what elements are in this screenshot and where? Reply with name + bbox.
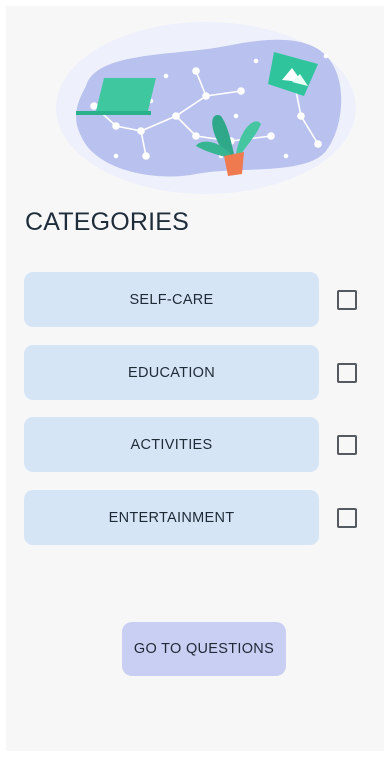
category-button-self-care[interactable]: SELF-CARE [24, 272, 319, 327]
go-to-questions-button[interactable]: GO TO QUESTIONS [122, 622, 286, 676]
category-row-self-care: SELF-CARE [24, 272, 364, 327]
category-row-entertainment: ENTERTAINMENT [24, 490, 364, 545]
page-title: CATEGORIES [25, 208, 190, 236]
category-button-education[interactable]: EDUCATION [24, 345, 319, 400]
app-screen: CATEGORIES SELF-CARE EDUCATION ACTIVITIE… [6, 6, 384, 751]
self-care-checkbox[interactable] [337, 290, 357, 310]
activities-checkbox[interactable] [337, 435, 357, 455]
constellation-illustration [56, 22, 356, 194]
category-button-activities[interactable]: ACTIVITIES [24, 417, 319, 472]
category-row-activities: ACTIVITIES [24, 417, 364, 472]
entertainment-checkbox[interactable] [337, 508, 357, 528]
category-row-education: EDUCATION [24, 345, 364, 400]
education-checkbox[interactable] [337, 363, 357, 383]
category-button-entertainment[interactable]: ENTERTAINMENT [24, 490, 319, 545]
